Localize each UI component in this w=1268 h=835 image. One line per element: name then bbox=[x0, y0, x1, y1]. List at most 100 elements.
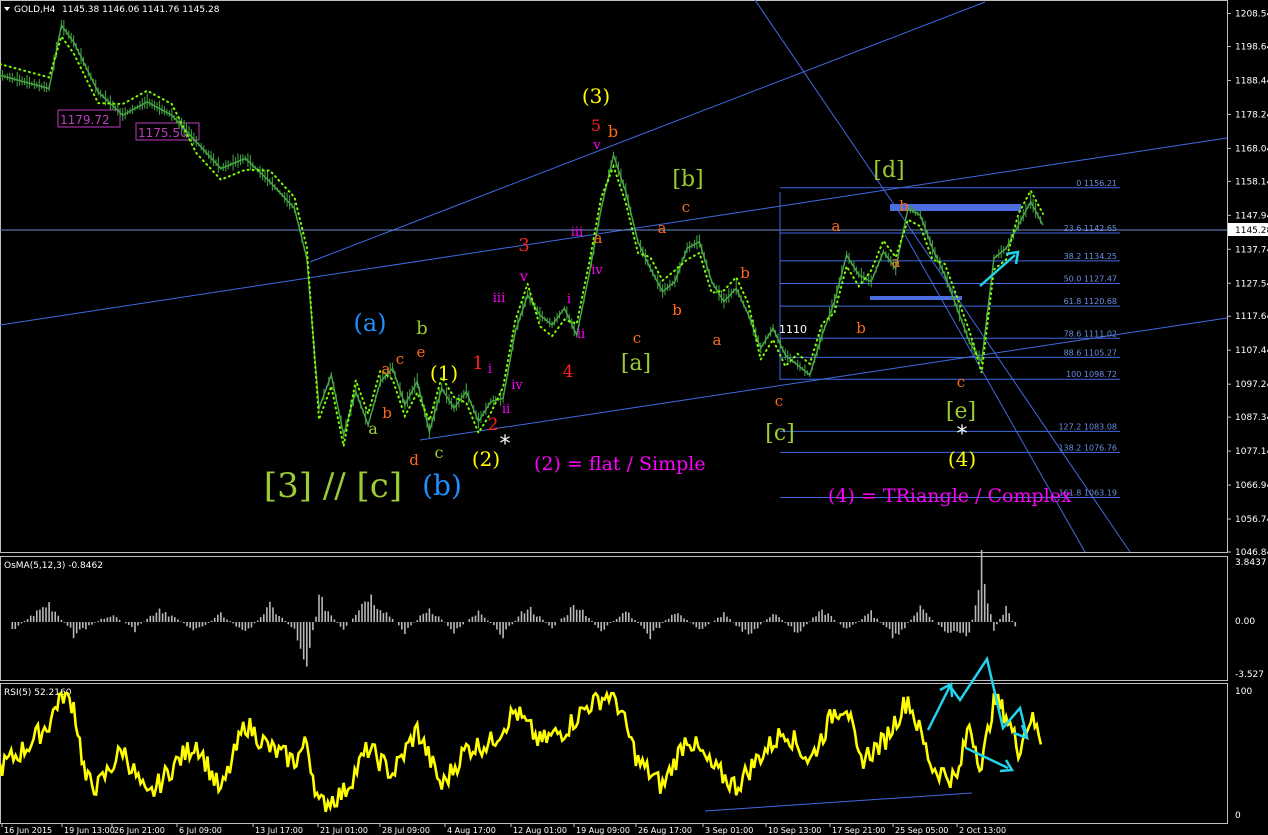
price-tick-label: 1208.54 bbox=[1235, 10, 1268, 20]
wave-label: 5 bbox=[591, 116, 601, 135]
wave-label: a bbox=[382, 360, 391, 378]
wave-label: a bbox=[658, 219, 667, 237]
time-tick-label: 16 Jun 2015 bbox=[4, 826, 52, 835]
fib-label: 0 1156.21 bbox=[1076, 179, 1117, 188]
chart-canvas[interactable]: GOLD,H4 1145.38 1146.06 1141.76 1145.28 … bbox=[0, 0, 1268, 835]
rsi-trend-line bbox=[704, 792, 973, 812]
osma-histogram bbox=[11, 550, 1017, 667]
wave-label: b bbox=[899, 197, 909, 215]
price-tick-label: 1087.34 bbox=[1235, 413, 1268, 423]
price-tick-label: 1056.74 bbox=[1235, 515, 1268, 525]
price-tick-label: 1117.64 bbox=[1235, 312, 1268, 322]
wave-label: i bbox=[567, 292, 571, 307]
wave-label: (b) bbox=[422, 469, 462, 502]
wave-labels: (3) 5 b v [b] c [d] b 3 iii a a a v iv b… bbox=[264, 84, 976, 506]
svg-text:1175.50: 1175.50 bbox=[138, 126, 188, 140]
time-tick-label: 19 Aug 09:00 bbox=[576, 826, 630, 835]
time-tick-label: 26 Jun 21:00 bbox=[114, 826, 165, 835]
wave-label: c bbox=[633, 329, 641, 347]
fib-label: 88.6 1105.27 bbox=[1064, 348, 1117, 357]
fib-label: 61.8 1120.68 bbox=[1064, 297, 1117, 306]
support-bar bbox=[870, 296, 962, 300]
fib-label: 78.6 1111.02 bbox=[1064, 329, 1117, 338]
wave-label: e bbox=[417, 343, 426, 361]
wave-label: iv bbox=[591, 263, 603, 278]
annotation-flat: (2) = flat / Simple bbox=[534, 453, 706, 475]
osma-panel bbox=[0, 556, 1228, 681]
wave-label: 3 bbox=[518, 235, 529, 256]
wave-label: v bbox=[592, 138, 601, 153]
time-tick-label: 13 Jul 17:00 bbox=[255, 826, 303, 835]
price-tick-label: 1077.14 bbox=[1235, 447, 1268, 457]
price-tick-label: 1097.24 bbox=[1235, 380, 1268, 390]
fib-label: 127.2 1083.08 bbox=[1058, 422, 1117, 431]
time-tick-label: 3 Sep 01:00 bbox=[705, 826, 753, 835]
wave-label: iv bbox=[511, 378, 523, 393]
time-axis: 16 Jun 2015 19 Jun 13:00 26 Jun 21:00 6 Jul… bbox=[1, 824, 1006, 835]
time-tick-label: 2 Oct 13:00 bbox=[959, 826, 1006, 835]
price-tick-label: 1198.64 bbox=[1235, 42, 1268, 52]
rsi-series bbox=[0, 689, 1043, 813]
time-tick-label: 4 Aug 17:00 bbox=[447, 826, 496, 835]
osma-label: OsMA(5,12,3) -0.8462 bbox=[4, 561, 103, 571]
asterisk-marker: * bbox=[500, 432, 511, 457]
wave-label: [d] bbox=[873, 158, 904, 183]
svg-text:1145.28: 1145.28 bbox=[1235, 226, 1268, 236]
wave-label: c bbox=[682, 198, 690, 216]
annotation-triangle: (4) = TRiangle / Complex bbox=[828, 485, 1072, 507]
wave-label: b bbox=[608, 122, 618, 141]
wave-label: 2 bbox=[488, 415, 499, 435]
fib-label: 138.2 1076.76 bbox=[1058, 443, 1117, 452]
wave-label: c bbox=[396, 350, 404, 368]
ohlc-readout: 1145.38 1146.06 1141.76 1145.28 bbox=[62, 5, 220, 15]
time-tick-label: 25 Sep 05:00 bbox=[895, 826, 948, 835]
price-tick-label: 1046.84 bbox=[1235, 548, 1268, 558]
wave-label: 4 bbox=[563, 362, 574, 382]
wave-label: [b] bbox=[672, 167, 703, 192]
wave-label: 1110 bbox=[779, 323, 807, 336]
time-tick-label: 17 Sep 21:00 bbox=[832, 826, 885, 835]
wave-label: c bbox=[775, 392, 783, 410]
wave-label: ii bbox=[502, 402, 510, 417]
price-tick-label: 1188.44 bbox=[1235, 76, 1268, 86]
time-tick-label: 10 Sep 13:00 bbox=[768, 826, 821, 835]
time-tick-label: 26 Aug 17:00 bbox=[638, 826, 692, 835]
time-tick-label: 12 Aug 01:00 bbox=[513, 826, 567, 835]
rsi-arrow bbox=[926, 655, 1030, 773]
wave-label: (a) bbox=[353, 309, 386, 337]
time-tick-label: 28 Jul 09:00 bbox=[382, 826, 430, 835]
price-tick-label: 1147.94 bbox=[1235, 211, 1268, 221]
wave-label: [c] bbox=[765, 421, 795, 446]
svg-text:1179.72: 1179.72 bbox=[60, 113, 110, 127]
wave-label: a bbox=[368, 419, 378, 438]
time-tick-label: 21 Jul 01:00 bbox=[320, 826, 368, 835]
fib-label: 38.2 1134.25 bbox=[1064, 252, 1117, 261]
price-tick-label: 1127.54 bbox=[1235, 279, 1268, 289]
rsi-tick-label: 0 bbox=[1235, 811, 1241, 821]
wave-label: iii bbox=[493, 291, 505, 306]
price-box-1: 1179.72 bbox=[57, 109, 121, 128]
wave-label: [3] // [c] bbox=[264, 466, 402, 506]
price-tick-label: 1178.24 bbox=[1235, 110, 1268, 120]
wave-label: v bbox=[519, 269, 528, 285]
wave-label: i bbox=[488, 362, 492, 377]
osma-tick-label: 0.00 bbox=[1235, 617, 1255, 627]
fib-label: 50.0 1127.47 bbox=[1064, 274, 1117, 283]
wave-label: c bbox=[957, 373, 965, 391]
time-tick-label: 19 Jun 13:00 bbox=[64, 826, 115, 835]
wave-label: d bbox=[409, 451, 419, 469]
wave-label: a bbox=[832, 217, 841, 235]
chevron-down-icon[interactable] bbox=[4, 7, 10, 11]
asterisk-marker: * bbox=[957, 422, 968, 447]
osma-tick-label: -3.527 bbox=[1235, 670, 1264, 680]
wave-label: a bbox=[713, 331, 722, 349]
price-tick-label: 1066.94 bbox=[1235, 481, 1268, 491]
time-tick-label: 6 Jul 09:00 bbox=[179, 826, 222, 835]
rsi-axis: 100 0 bbox=[1235, 687, 1252, 821]
price-tick-label: 1107.44 bbox=[1235, 346, 1268, 356]
wave-label: b bbox=[740, 264, 750, 282]
wave-label: [e] bbox=[946, 399, 976, 424]
current-price-tag: 1145.28 bbox=[1228, 223, 1268, 236]
wave-label: b bbox=[382, 404, 392, 422]
osma-tick-label: 3.8437 bbox=[1235, 558, 1267, 568]
